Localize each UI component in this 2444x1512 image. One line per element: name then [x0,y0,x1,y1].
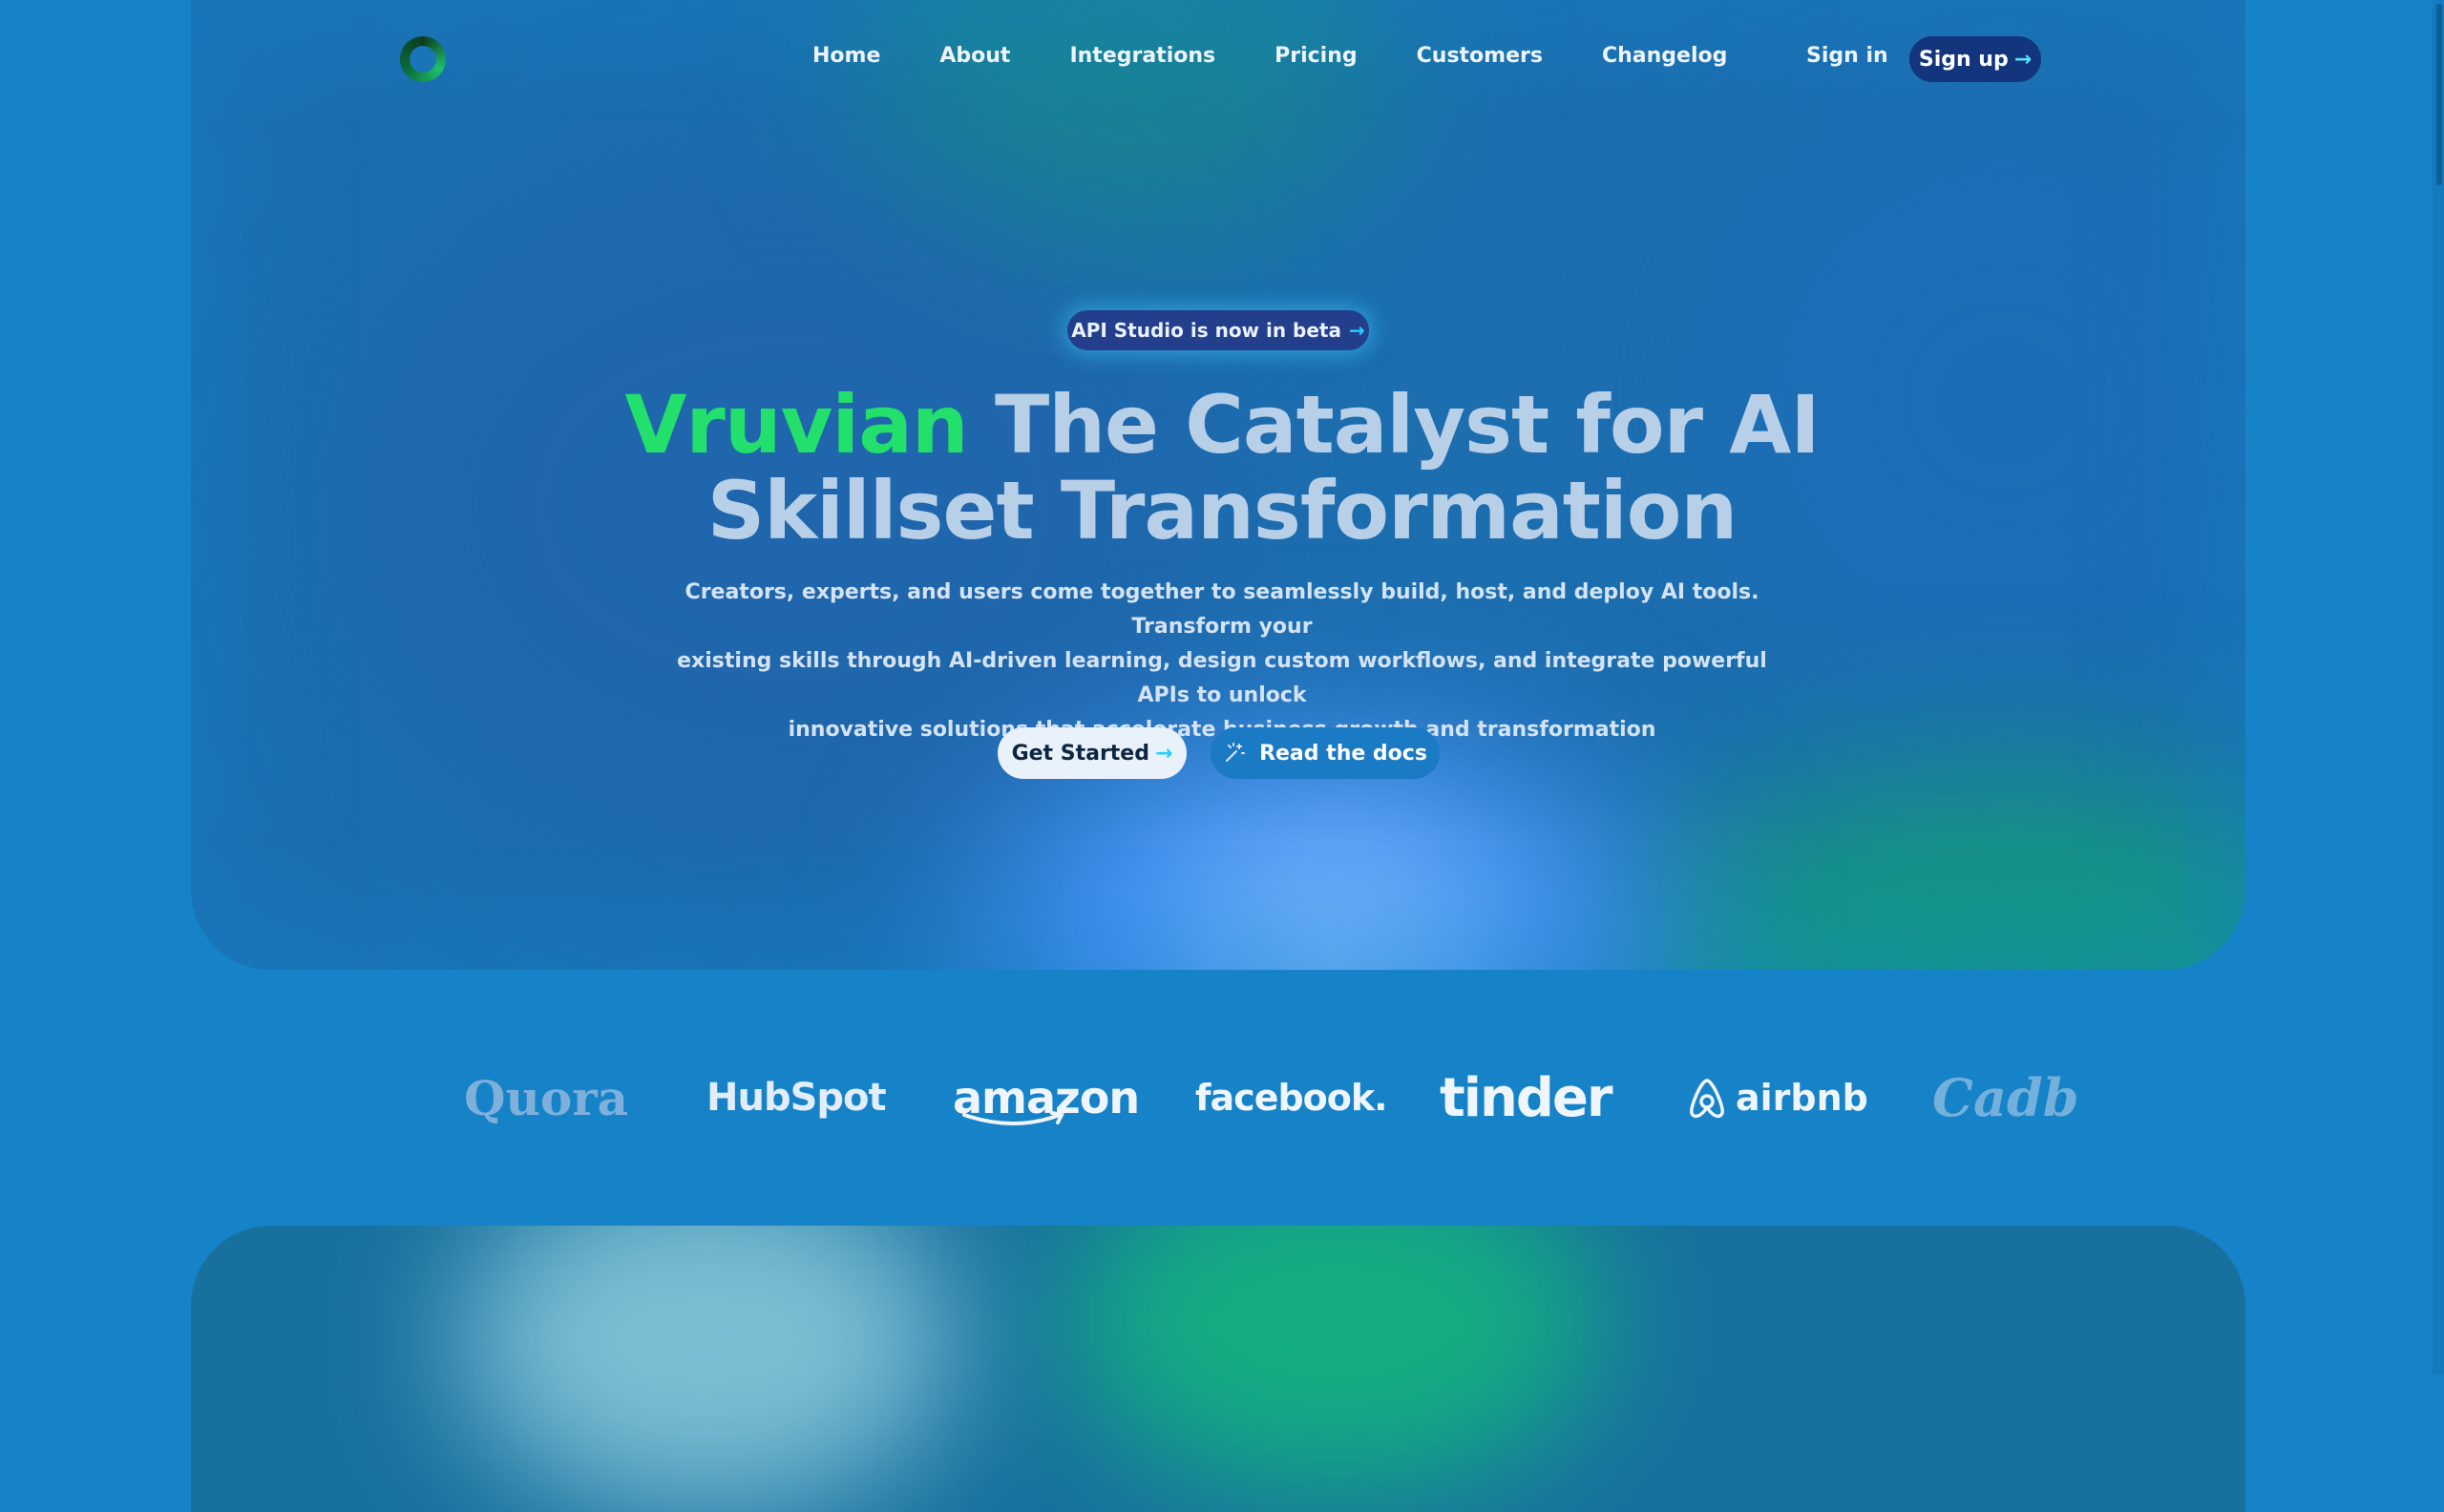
amazon-smile-icon [962,1111,1064,1125]
airbnb-belo-icon [1690,1079,1724,1119]
arrow-right-icon: → [1154,741,1173,766]
sign-up-label: Sign up [1918,47,2009,72]
hubspot-logo: HubSpot [706,1076,887,1120]
amazon-logo: amazon [953,1060,1140,1136]
nav-link-changelog[interactable]: Changelog [1602,44,1727,68]
magic-wand-icon [1226,743,1246,762]
sign-up-button[interactable]: Sign up → [1909,36,2041,82]
nav-link-about[interactable]: About [939,44,1010,68]
top-nav: Home About Integrations Pricing Customer… [0,0,2444,118]
nav-link-pricing[interactable]: Pricing [1275,44,1358,68]
facebook-logo: facebook. [1195,1077,1388,1119]
headline-line-2: Skillset Transformation [706,464,1738,557]
get-started-button[interactable]: Get Started → [998,727,1187,779]
tinder-logo: tinder [1440,1066,1613,1129]
logo-ring-icon[interactable] [400,36,446,82]
nav-link-home[interactable]: Home [812,44,880,68]
hero-subtitle: Creators, experts, and users come togeth… [659,576,1785,747]
read-docs-button[interactable]: Read the docs [1211,727,1440,779]
arrow-right-icon: → [1349,319,1365,342]
page-scrollbar[interactable] [2433,0,2444,1375]
brand-name: Vruvian [624,378,968,472]
quora-logo: Quora [464,1069,628,1126]
arrow-right-icon: → [2013,47,2033,72]
feature-panel [191,1226,2245,1512]
airbnb-logo: airbnb [1686,1060,1868,1136]
nav-links: Home About Integrations Pricing Customer… [812,44,1727,68]
beta-announcement-badge[interactable]: API Studio is now in beta → [1067,310,1369,350]
beta-badge-label: API Studio is now in beta [1071,319,1341,342]
sign-in-link[interactable]: Sign in [1806,44,1888,68]
nav-link-customers[interactable]: Customers [1417,44,1543,68]
get-started-label: Get Started [1011,741,1149,766]
customer-logos: Quora HubSpot amazon facebook. tinder ai… [456,1060,2078,1136]
subtitle-line-1: Creators, experts, and users come togeth… [685,580,1759,639]
hero-headline: Vruvian The Catalyst for AI Skillset Tra… [0,382,2444,554]
cadbury-logo: Cadb [1932,1067,2079,1128]
read-docs-label: Read the docs [1259,741,1427,766]
headline-line-1: The Catalyst for AI [994,378,1821,472]
nav-link-integrations[interactable]: Integrations [1069,44,1215,68]
subtitle-line-2: existing skills through AI-driven learni… [677,649,1767,707]
